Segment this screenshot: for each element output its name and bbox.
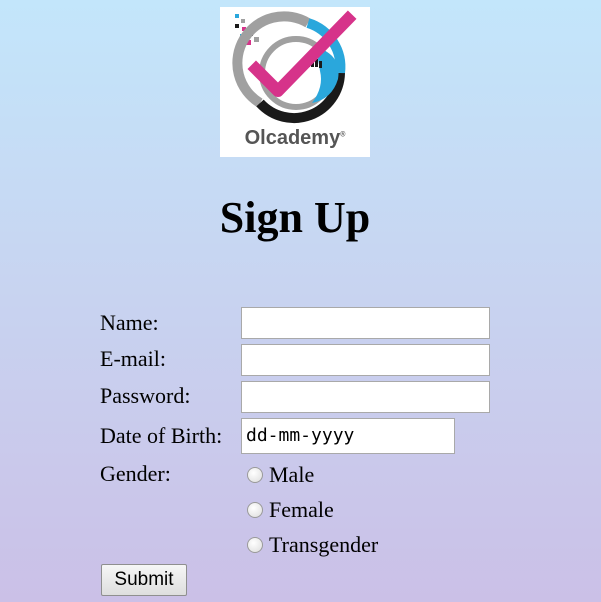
page-title: Sign Up [219, 193, 371, 242]
logo-wordmark: Olcademy® [244, 127, 346, 149]
gender-option-male[interactable]: Male [247, 460, 314, 490]
olcademy-logo: Olcademy® [220, 7, 370, 157]
gender-option-female[interactable]: Female [247, 495, 334, 525]
gender-option-transgender[interactable]: Transgender [247, 530, 378, 560]
transgender-label: Transgender [269, 532, 379, 557]
male-radio[interactable] [247, 467, 263, 483]
dob-label: Date of Birth: [100, 423, 223, 448]
password-label: Password: [100, 383, 191, 408]
female-label: Female [269, 497, 334, 522]
male-label: Male [269, 462, 315, 487]
email-input[interactable] [241, 344, 490, 376]
female-radio[interactable] [247, 502, 263, 518]
transgender-radio[interactable] [247, 537, 263, 553]
email-label: E-mail: [100, 346, 166, 371]
name-input[interactable] [241, 307, 490, 339]
name-label: Name: [100, 310, 159, 335]
submit-button[interactable]: Submit [101, 564, 187, 596]
dob-input[interactable]: dd-mm-yyyy [241, 418, 455, 454]
password-input[interactable] [241, 381, 490, 413]
gender-label: Gender: [100, 461, 171, 486]
